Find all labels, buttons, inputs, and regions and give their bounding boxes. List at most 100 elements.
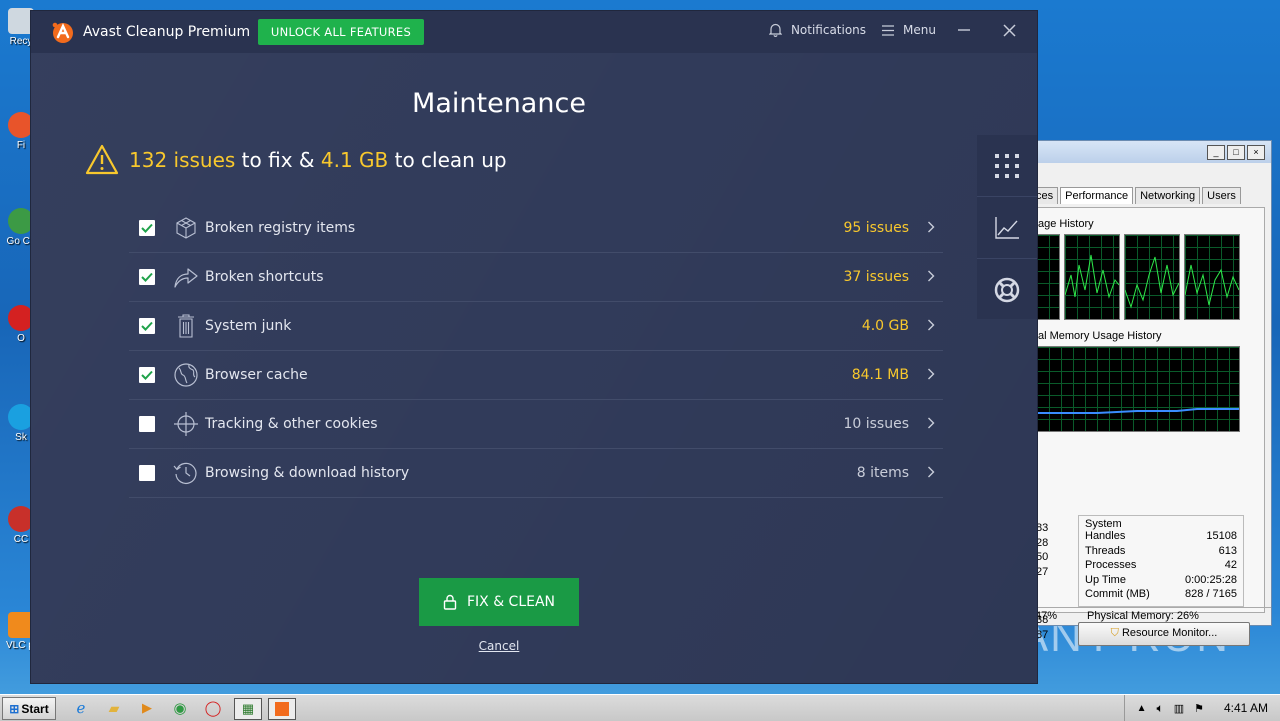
- item-value: 84.1 MB: [851, 367, 909, 383]
- cpu-graph-1: [1064, 234, 1120, 320]
- physical-memory-status: Physical Memory: 26%: [1087, 610, 1199, 622]
- issues-count: 132 issues: [129, 148, 236, 172]
- system-row: Commit (MB) 828 / 7165: [1085, 588, 1237, 600]
- chevron-right-icon[interactable]: [927, 221, 935, 233]
- chevron-right-icon[interactable]: [927, 368, 935, 380]
- item-checkbox[interactable]: [139, 318, 155, 334]
- minimize-button[interactable]: [958, 24, 979, 36]
- chrome-icon: ◉: [173, 700, 187, 717]
- chevron-right-icon[interactable]: [927, 319, 935, 331]
- cpu-graph-3: [1184, 234, 1240, 320]
- shortcut-arrow-icon: [174, 268, 198, 288]
- network-icon[interactable]: ▥: [1174, 702, 1184, 715]
- tab-performance[interactable]: Performance: [1060, 187, 1134, 204]
- close-icon: [1003, 23, 1016, 37]
- chevron-right-icon[interactable]: [927, 466, 935, 478]
- task-manager-status-bar: 47% Physical Memory: 26%: [1031, 607, 1271, 625]
- item-label: Browser cache: [205, 367, 308, 383]
- item-checkbox[interactable]: [139, 367, 155, 383]
- maximize-icon[interactable]: □: [1227, 145, 1245, 160]
- taskbar-avast[interactable]: [268, 698, 296, 720]
- bell-icon: [768, 23, 782, 37]
- item-checkbox[interactable]: [139, 220, 155, 236]
- menu-button[interactable]: Menu: [882, 23, 936, 37]
- system-row: Threads 613: [1085, 544, 1237, 557]
- globe-icon: [174, 363, 198, 387]
- checkmark-icon: [141, 321, 153, 331]
- fix-and-clean-button[interactable]: FIX & CLEAN: [419, 578, 579, 626]
- item-label: Browsing & download history: [205, 465, 410, 481]
- close-icon[interactable]: ×: [1247, 145, 1265, 160]
- list-item[interactable]: Tracking & other cookies 10 issues: [129, 400, 943, 449]
- avast-cleanup-window: Avast Cleanup Premium UNLOCK ALL FEATURE…: [30, 10, 1038, 684]
- taskbar-opera[interactable]: ◯: [200, 698, 226, 718]
- kernel-values: 83 28 50 27: [1036, 522, 1049, 578]
- unlock-all-features-button[interactable]: UNLOCK ALL FEATURES: [258, 19, 424, 45]
- checkmark-icon: [141, 370, 153, 380]
- list-item[interactable]: Browser cache 84.1 MB: [129, 351, 943, 400]
- flag-icon[interactable]: ⚑: [1194, 702, 1204, 715]
- taskbar: ⊞ Start ℯ ▰ ▶ ◉ ◯ ▦ ▲ 🔈︎ ▥ ⚑ 4:41 AM: [0, 694, 1280, 721]
- item-value: 4.0 GB: [861, 318, 909, 334]
- resource-monitor-button[interactable]: ⛉ Resource Monitor...: [1078, 622, 1250, 646]
- avast-icon: [275, 702, 289, 716]
- issues-summary: 132 issues to fix & 4.1 GB to clean up: [85, 144, 507, 176]
- cpu-graph-0: [1036, 234, 1060, 320]
- task-manager-icon: ▦: [241, 701, 255, 716]
- taskbar-explorer[interactable]: ▰: [101, 698, 127, 718]
- list-item[interactable]: Broken registry items 95 issues: [129, 204, 943, 253]
- item-value: 10 issues: [843, 416, 909, 432]
- item-label: Tracking & other cookies: [205, 416, 378, 432]
- taskbar-media-player[interactable]: ▶: [134, 698, 160, 718]
- chevron-up-icon[interactable]: ▲: [1137, 703, 1147, 714]
- taskbar-task-manager[interactable]: ▦: [234, 698, 262, 720]
- summary-text: to clean up: [388, 148, 507, 172]
- list-item[interactable]: Browsing & download history 8 items: [129, 449, 943, 498]
- lock-icon: [443, 594, 457, 610]
- list-item[interactable]: System junk 4.0 GB: [129, 302, 943, 351]
- side-button-help[interactable]: [977, 259, 1037, 320]
- close-button[interactable]: [1003, 23, 1025, 37]
- page-title: Maintenance: [412, 88, 586, 119]
- maintenance-items-list: Broken registry items 95 issues Broken s…: [129, 204, 943, 498]
- item-checkbox[interactable]: [139, 416, 155, 432]
- minimize-icon: [958, 29, 970, 31]
- item-checkbox[interactable]: [139, 465, 155, 481]
- hamburger-menu-icon: [882, 24, 895, 36]
- cancel-link[interactable]: Cancel: [449, 639, 549, 653]
- speaker-icon[interactable]: 🔈︎: [1156, 701, 1163, 716]
- tab-users[interactable]: Users: [1202, 187, 1241, 204]
- checkmark-icon: [141, 272, 153, 282]
- clock[interactable]: 4:41 AM: [1224, 701, 1268, 715]
- item-checkbox[interactable]: [139, 269, 155, 285]
- chevron-right-icon[interactable]: [927, 270, 935, 282]
- minimize-icon[interactable]: _: [1207, 145, 1225, 160]
- opera-icon: ◯: [204, 700, 222, 717]
- registry-cube-icon: [176, 217, 196, 239]
- memory-graph-line-icon: [1037, 408, 1239, 414]
- notifications-button[interactable]: Notifications: [768, 23, 866, 37]
- taskbar-chrome[interactable]: ◉: [167, 698, 193, 718]
- side-button-performance[interactable]: [977, 197, 1037, 259]
- system-title: System: [1085, 518, 1122, 530]
- item-value: 95 issues: [843, 220, 909, 236]
- system-tray: ▲ 🔈︎ ▥ ⚑ 4:41 AM: [1123, 695, 1280, 721]
- task-manager-window-controls: _ □ ×: [1207, 145, 1265, 160]
- system-row: Processes 42: [1085, 559, 1237, 571]
- task-manager-tabs: ces Performance Networking Users: [1031, 187, 1243, 204]
- lifebuoy-icon: [994, 277, 1020, 302]
- tab-networking[interactable]: Networking: [1135, 187, 1201, 204]
- chevron-right-icon[interactable]: [927, 417, 935, 429]
- start-button[interactable]: ⊞ Start: [2, 697, 56, 720]
- checkmark-icon: [141, 223, 153, 233]
- grid-dots-icon: [995, 153, 1019, 178]
- side-button-apps[interactable]: [977, 135, 1037, 197]
- cpu-graph-line-icon: [1124, 256, 1180, 309]
- cpu-usage-status: 47%: [1035, 610, 1058, 622]
- cpu-graph-line-icon: [1184, 264, 1240, 306]
- system-row: Up Time 0:00:25:28: [1085, 573, 1237, 586]
- item-label: Broken shortcuts: [205, 269, 324, 285]
- taskbar-ie[interactable]: ℯ: [68, 698, 94, 718]
- system-row: Handles 15108: [1085, 530, 1237, 542]
- list-item[interactable]: Broken shortcuts 37 issues: [129, 253, 943, 302]
